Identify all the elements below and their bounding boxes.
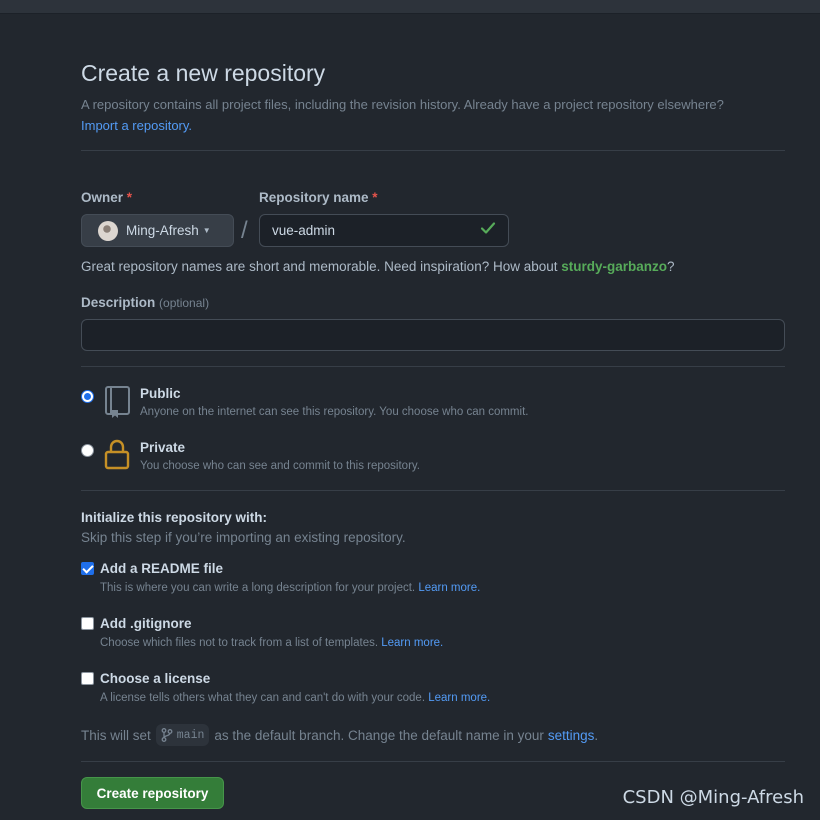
public-title: Public — [140, 386, 181, 401]
divider — [81, 366, 785, 367]
top-bar — [0, 0, 820, 14]
public-radio[interactable] — [81, 390, 94, 403]
repo-name-input[interactable] — [272, 223, 472, 238]
description-field[interactable] — [81, 319, 785, 351]
optional-tag: (optional) — [159, 296, 210, 310]
license-title: Choose a license — [100, 671, 211, 686]
private-radio[interactable] — [81, 444, 94, 457]
readme-checkbox[interactable] — [81, 562, 94, 575]
required-mark: * — [372, 190, 378, 205]
watermark: CSDN @Ming-Afresh — [622, 787, 804, 808]
private-title: Private — [140, 440, 186, 455]
subtitle-text: A repository contains all project files,… — [81, 97, 724, 112]
lock-icon — [104, 438, 130, 475]
gitignore-desc: Choose which files not to track from a l… — [100, 637, 444, 649]
readme-learn-more-link[interactable]: Learn more. — [418, 582, 480, 594]
gitignore-learn-more-link[interactable]: Learn more. — [381, 637, 443, 649]
gitignore-title: Add .gitignore — [100, 616, 192, 631]
create-repository-button[interactable]: Create repository — [81, 777, 224, 809]
import-repository-link[interactable]: Import a repository. — [81, 118, 192, 133]
readme-desc: This is where you can write a long descr… — [100, 582, 481, 594]
private-desc: You choose who can see and commit to thi… — [140, 460, 420, 472]
required-mark: * — [126, 190, 133, 205]
repo-name-label: Repository name * — [259, 190, 378, 205]
settings-link[interactable]: settings — [548, 728, 595, 743]
caret-down-icon: ▼ — [202, 226, 211, 235]
branch-pill: main — [155, 724, 210, 746]
divider — [81, 150, 785, 151]
description-label: Description (optional) — [81, 295, 210, 310]
public-desc: Anyone on the internet can see this repo… — [140, 406, 529, 418]
avatar — [98, 220, 118, 241]
gitignore-checkbox[interactable] — [81, 617, 94, 630]
license-checkbox[interactable] — [81, 672, 94, 685]
owner-name: Ming-Afresh — [126, 223, 199, 238]
owner-label: Owner * — [81, 190, 133, 205]
page-subtitle: A repository contains all project files,… — [81, 94, 785, 136]
owner-dropdown[interactable]: Ming-Afresh ▼ — [81, 214, 234, 247]
owner-repo-separator: / — [241, 217, 248, 244]
init-subtext: Skip this step if you’re importing an ex… — [81, 530, 406, 545]
readme-title: Add a README file — [100, 561, 224, 576]
init-heading: Initialize this repository with: — [81, 510, 268, 525]
divider — [81, 761, 785, 762]
page-title: Create a new repository — [81, 60, 326, 86]
check-icon — [480, 220, 496, 241]
default-branch-note: This will set main as the default branch… — [81, 724, 598, 746]
repo-name-field[interactable] — [259, 214, 509, 247]
name-suggestion[interactable]: sturdy-garbanzo — [561, 259, 667, 274]
branch-name: main — [176, 728, 205, 742]
license-learn-more-link[interactable]: Learn more. — [428, 692, 490, 704]
divider — [81, 490, 785, 491]
repo-public-icon — [103, 385, 133, 424]
git-branch-icon — [161, 728, 173, 742]
description-input[interactable] — [82, 320, 784, 350]
name-hint: Great repository names are short and mem… — [81, 259, 675, 274]
license-desc: A license tells others what they can and… — [100, 692, 491, 704]
